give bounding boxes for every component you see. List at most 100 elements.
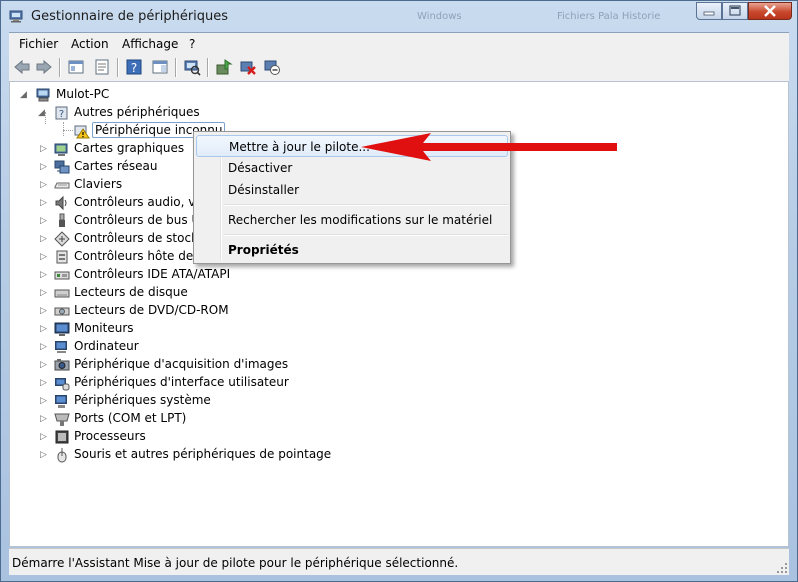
close-icon bbox=[764, 5, 776, 17]
tree-item-ide[interactable]: ▷ Contrôleurs IDE ATA/ATAPI bbox=[38, 266, 258, 284]
other-devices-label: Autres périphériques bbox=[74, 105, 200, 119]
menu-view[interactable]: Affichage bbox=[122, 37, 178, 51]
category-label: Périphérique d'acquisition d'images bbox=[74, 357, 289, 371]
expand-arrow-icon[interactable]: ▷ bbox=[40, 305, 50, 317]
expand-arrow-icon[interactable]: ▷ bbox=[40, 287, 50, 299]
expand-arrow-icon[interactable]: ▷ bbox=[40, 359, 50, 371]
collapse-arrow-icon[interactable]: ◢ bbox=[20, 89, 30, 101]
toolbar-separator bbox=[117, 58, 119, 77]
processor-icon bbox=[55, 430, 69, 444]
expand-arrow-icon[interactable]: ▷ bbox=[40, 269, 50, 281]
category-label: Ports (COM et LPT) bbox=[74, 411, 187, 425]
menu-file[interactable]: Fichier bbox=[19, 37, 58, 51]
expand-arrow-icon[interactable]: ▷ bbox=[40, 323, 50, 335]
tree-item-hid[interactable]: ▷ Périphériques d'interface utilisateur bbox=[38, 374, 298, 392]
toolbar: ? bbox=[9, 54, 789, 82]
ctx-properties-label: Propriétés bbox=[228, 243, 299, 257]
tree-item-keyboards[interactable]: ▷ Claviers bbox=[38, 176, 208, 194]
tree-item-ports[interactable]: ▷ Ports (COM et LPT) bbox=[38, 410, 298, 428]
tree-item-network[interactable]: ▷ Cartes réseau bbox=[38, 158, 208, 176]
ctx-scan-label: Rechercher les modifications sur le maté… bbox=[228, 213, 493, 227]
category-label: Contrôleurs hôte de bus IEEE 1394 bbox=[74, 249, 208, 263]
port-icon bbox=[54, 413, 70, 426]
system-devices-icon bbox=[55, 395, 67, 408]
category-label: Moniteurs bbox=[74, 321, 134, 335]
scan-hardware-icon[interactable] bbox=[183, 58, 201, 76]
category-label: Périphériques d'interface utilisateur bbox=[74, 375, 289, 389]
ctx-separator bbox=[224, 234, 508, 236]
resize-grip-icon[interactable] bbox=[776, 562, 788, 574]
properties-sheet-icon[interactable] bbox=[93, 58, 111, 76]
speaker-icon bbox=[55, 195, 67, 211]
tree-item-disk-drives[interactable]: ▷ Lecteurs de disque bbox=[38, 284, 258, 302]
menu-bar: Fichier Action Affichage ? bbox=[9, 32, 789, 55]
expand-arrow-icon[interactable]: ▷ bbox=[40, 431, 50, 443]
tree-item-imaging[interactable]: ▷ Périphérique d'acquisition d'images bbox=[38, 356, 298, 374]
expand-arrow-icon[interactable]: ▷ bbox=[40, 197, 50, 209]
ctx-uninstall[interactable]: Désinstaller bbox=[196, 179, 508, 201]
expand-arrow-icon[interactable]: ▷ bbox=[40, 341, 50, 353]
expand-arrow-icon[interactable]: ▷ bbox=[40, 377, 50, 389]
disable-icon[interactable] bbox=[263, 58, 281, 76]
menu-action[interactable]: Action bbox=[71, 37, 109, 51]
uninstall-icon[interactable] bbox=[239, 58, 257, 76]
status-bar: Démarre l'Assistant Mise à jour de pilot… bbox=[9, 548, 789, 575]
category-label: Cartes réseau bbox=[74, 159, 158, 173]
expand-arrow-icon[interactable]: ▷ bbox=[40, 395, 50, 407]
tree-item-storage[interactable]: ▷ Contrôleurs de stockage bbox=[38, 230, 208, 248]
expand-arrow-icon[interactable]: ▷ bbox=[40, 161, 50, 173]
tree-item-dvd[interactable]: ▷ Lecteurs de DVD/CD-ROM bbox=[38, 302, 258, 320]
console-tree-icon[interactable] bbox=[67, 58, 85, 76]
tree-item-mice[interactable]: ▷ Souris et autres périphériques de poin… bbox=[38, 446, 338, 464]
help-icon[interactable]: ? bbox=[125, 58, 143, 76]
expand-arrow-icon[interactable]: ▷ bbox=[40, 179, 50, 191]
disk-drive-icon bbox=[54, 289, 70, 298]
monitor-icon bbox=[54, 322, 70, 336]
tree-item-system[interactable]: ▷ Périphériques système bbox=[38, 392, 298, 410]
menu-help[interactable]: ? bbox=[189, 37, 195, 51]
tree-item-audio[interactable]: ▷ Contrôleurs audio, vidéo et jeu bbox=[38, 194, 208, 212]
ctx-disable-label: Désactiver bbox=[228, 161, 293, 175]
close-button[interactable] bbox=[748, 2, 792, 20]
unknown-devices-icon: ? bbox=[55, 106, 68, 120]
expand-arrow-icon[interactable]: ▷ bbox=[40, 143, 50, 155]
forward-arrow-icon[interactable] bbox=[35, 58, 53, 76]
dvd-drive-icon bbox=[54, 307, 70, 316]
expand-arrow-icon[interactable]: ▷ bbox=[40, 413, 50, 425]
tree-item-usb[interactable]: ▷ Contrôleurs de bus USB bbox=[38, 212, 208, 230]
tree-item-ieee1394[interactable]: ▷ Contrôleurs hôte de bus IEEE 1394 bbox=[38, 248, 208, 266]
category-label: Contrôleurs IDE ATA/ATAPI bbox=[74, 267, 231, 281]
expand-arrow-icon[interactable]: ▷ bbox=[40, 233, 50, 245]
warning-device-icon bbox=[74, 125, 90, 139]
maximize-button[interactable] bbox=[722, 2, 748, 20]
tree-root[interactable]: ◢ Mulot-PC bbox=[20, 86, 220, 104]
ctx-scan[interactable]: Rechercher les modifications sur le maté… bbox=[196, 209, 508, 231]
tree-item-computer[interactable]: ▷ Ordinateur bbox=[38, 338, 258, 356]
category-label: Lecteurs de DVD/CD-ROM bbox=[74, 303, 229, 317]
tree-item-processors[interactable]: ▷ Processeurs bbox=[38, 428, 298, 446]
expand-arrow-icon[interactable]: ▷ bbox=[40, 449, 50, 461]
category-label: Processeurs bbox=[74, 429, 146, 443]
tree-item-other-devices[interactable]: ◢ ? Autres périphériques bbox=[38, 104, 238, 122]
expand-arrow-icon[interactable]: ▷ bbox=[40, 215, 50, 227]
expand-arrow-icon[interactable]: ▷ bbox=[40, 251, 50, 263]
ghost-text-2: Fichiers Pala Historie bbox=[557, 11, 661, 22]
toolbar-separator bbox=[207, 58, 209, 77]
window-title: Gestionnaire de périphériques bbox=[31, 9, 229, 24]
category-label: Lecteurs de disque bbox=[74, 285, 188, 299]
toolbar-separator bbox=[59, 58, 61, 77]
minimize-button[interactable] bbox=[696, 2, 722, 20]
display-adapter-icon bbox=[54, 143, 68, 156]
ctx-update-driver-label: Mettre à jour le pilote... bbox=[229, 140, 370, 154]
update-driver-icon[interactable] bbox=[215, 58, 233, 76]
title-bar: Gestionnaire de périphériques Windows Fi… bbox=[1, 1, 797, 33]
red-arrow-annotation bbox=[361, 133, 617, 161]
ide-controller-icon bbox=[54, 271, 70, 280]
tree-item-graphics[interactable]: ▷ Cartes graphiques bbox=[38, 140, 208, 158]
collapse-arrow-icon[interactable]: ◢ bbox=[38, 107, 48, 119]
back-arrow-icon[interactable] bbox=[13, 58, 31, 76]
ctx-properties[interactable]: Propriétés bbox=[196, 239, 508, 261]
ctx-uninstall-label: Désinstaller bbox=[228, 183, 300, 197]
action-pane-icon[interactable] bbox=[151, 58, 169, 76]
tree-item-monitors[interactable]: ▷ Moniteurs bbox=[38, 320, 258, 338]
